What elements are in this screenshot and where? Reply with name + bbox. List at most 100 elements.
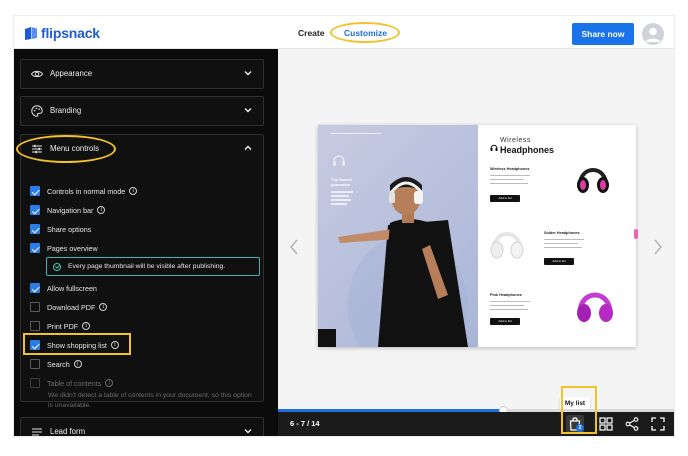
brand-logo[interactable]: flipsnack: [24, 25, 100, 41]
checkbox[interactable]: [30, 186, 40, 196]
add-to-list-button[interactable]: Add to list: [490, 195, 520, 202]
spec-line: [490, 309, 528, 310]
chevron-up-icon: [244, 145, 252, 150]
option-navigation-bar[interactable]: Navigation bar i: [30, 203, 106, 217]
checkbox[interactable]: [30, 359, 40, 369]
spec-line: [544, 239, 584, 240]
flipbook-preview: The launch guarantee Wireless Headphones…: [278, 49, 674, 436]
share-icon[interactable]: [624, 416, 640, 432]
info-icon[interactable]: i: [105, 379, 114, 387]
checkbox[interactable]: [30, 205, 40, 215]
right-page-title: Headphones: [500, 145, 555, 155]
branding-label: Branding: [50, 106, 82, 115]
pages-overview-notice: Every page thumbnail will be visible aft…: [46, 257, 260, 276]
checkbox: [30, 378, 40, 388]
option-label: Controls in normal mode: [47, 186, 126, 196]
spec-line: [490, 175, 530, 176]
option-search[interactable]: Search i: [30, 357, 82, 371]
checkbox[interactable]: [30, 302, 40, 312]
user-icon: [645, 27, 661, 42]
my-list-highlight: [561, 386, 597, 434]
chevron-down-icon: [244, 108, 252, 113]
page-indicator: 6 - 7 / 14: [290, 419, 320, 428]
top-bar: flipsnack Create Customize Share now: [14, 16, 674, 49]
option-controls-normal-mode[interactable]: Controls in normal mode i: [30, 184, 138, 198]
palette-icon: [31, 105, 43, 117]
product-image-white-headphones: [490, 232, 524, 259]
checkbox[interactable]: [30, 224, 40, 234]
option-label: Navigation bar: [47, 205, 94, 215]
viewer-controls-bar: 6 - 7 / 14 2: [278, 386, 674, 436]
info-icon[interactable]: i: [82, 322, 91, 330]
spec-line: [544, 243, 578, 244]
lead-form-header[interactable]: Lead form: [21, 418, 263, 436]
option-label: Search: [47, 359, 70, 369]
add-to-list-button[interactable]: Add to list: [544, 258, 574, 265]
info-icon[interactable]: i: [97, 206, 106, 214]
appearance-label: Appearance: [50, 69, 93, 78]
product-name: Pink Headphones: [490, 293, 522, 297]
brand-name: flipsnack: [41, 25, 100, 41]
model-with-headphones-image: [338, 177, 468, 347]
option-download-pdf[interactable]: Download PDF i: [30, 300, 108, 314]
spec-line: [490, 183, 528, 184]
info-icon[interactable]: i: [73, 360, 82, 368]
info-icon[interactable]: i: [99, 303, 108, 311]
spec-line: [490, 301, 530, 302]
add-to-list-button[interactable]: Add to list: [490, 318, 520, 325]
lead-form-panel[interactable]: Lead form: [20, 417, 264, 436]
check-circle-icon: [53, 262, 61, 271]
shopping-list-highlight: [23, 333, 131, 355]
customize-highlight: [330, 22, 400, 43]
option-allow-fullscreen[interactable]: Allow fullscreen: [30, 281, 97, 295]
spec-line: [490, 305, 524, 306]
option-label: Share options: [47, 224, 92, 234]
toc-unavailable-note: We didn't detect a table of contents in …: [48, 392, 252, 409]
right-page: Wireless Headphones Wireless Headphones …: [478, 125, 636, 347]
spec-line: [490, 179, 524, 180]
grid-icon[interactable]: [598, 416, 614, 432]
right-page-title-top: Wireless: [500, 137, 531, 144]
appearance-header[interactable]: Appearance: [21, 60, 263, 88]
option-label: Table of contents: [47, 378, 102, 388]
notice-text: Every page thumbnail will be visible aft…: [68, 263, 226, 270]
spec-line: [544, 247, 582, 248]
info-icon[interactable]: i: [129, 187, 138, 195]
page-edge-tab: [634, 229, 638, 239]
product-name: Wireless Headphones: [490, 167, 530, 171]
fullscreen-icon[interactable]: [650, 416, 666, 432]
chevron-down-icon: [244, 71, 252, 76]
nav-create[interactable]: Create: [298, 28, 324, 38]
option-label: Print PDF: [47, 321, 79, 331]
option-pages-overview[interactable]: Pages overview: [30, 241, 98, 255]
checkbox[interactable]: [30, 243, 40, 253]
option-table-of-contents: Table of contents i: [30, 376, 114, 390]
appearance-panel[interactable]: Appearance: [20, 59, 264, 89]
left-page: The launch guarantee: [318, 125, 478, 347]
list-icon: [32, 428, 42, 436]
option-print-pdf[interactable]: Print PDF i: [30, 319, 91, 333]
checkbox[interactable]: [30, 321, 40, 331]
option-share-options[interactable]: Share options: [30, 222, 91, 236]
page-logo-badge: [318, 329, 336, 347]
branding-panel[interactable]: Branding: [20, 96, 264, 126]
chevron-right-icon[interactable]: [652, 239, 664, 255]
flipbook-spread[interactable]: The launch guarantee Wireless Headphones…: [318, 125, 638, 347]
lead-form-label: Lead form: [50, 427, 86, 436]
checkbox[interactable]: [30, 283, 40, 293]
flipsnack-logo-icon: [25, 26, 37, 40]
eye-icon: [31, 70, 43, 78]
user-avatar[interactable]: [642, 23, 664, 45]
option-label: Allow fullscreen: [47, 283, 97, 293]
app-window: flipsnack Create Customize Share now App…: [14, 16, 674, 436]
branding-header[interactable]: Branding: [21, 97, 263, 125]
option-label: Pages overview: [47, 243, 98, 253]
product-name: Solder Headphones: [544, 231, 580, 235]
headphones-mini-icon: [490, 144, 498, 151]
product-image-purple-headphones: [577, 292, 613, 322]
share-now-button[interactable]: Share now: [572, 23, 634, 45]
chevron-left-icon[interactable]: [288, 239, 300, 255]
chevron-down-icon: [244, 429, 252, 434]
menu-controls-highlight: [16, 135, 116, 163]
product-image-black-pink-headphones: [577, 168, 609, 193]
